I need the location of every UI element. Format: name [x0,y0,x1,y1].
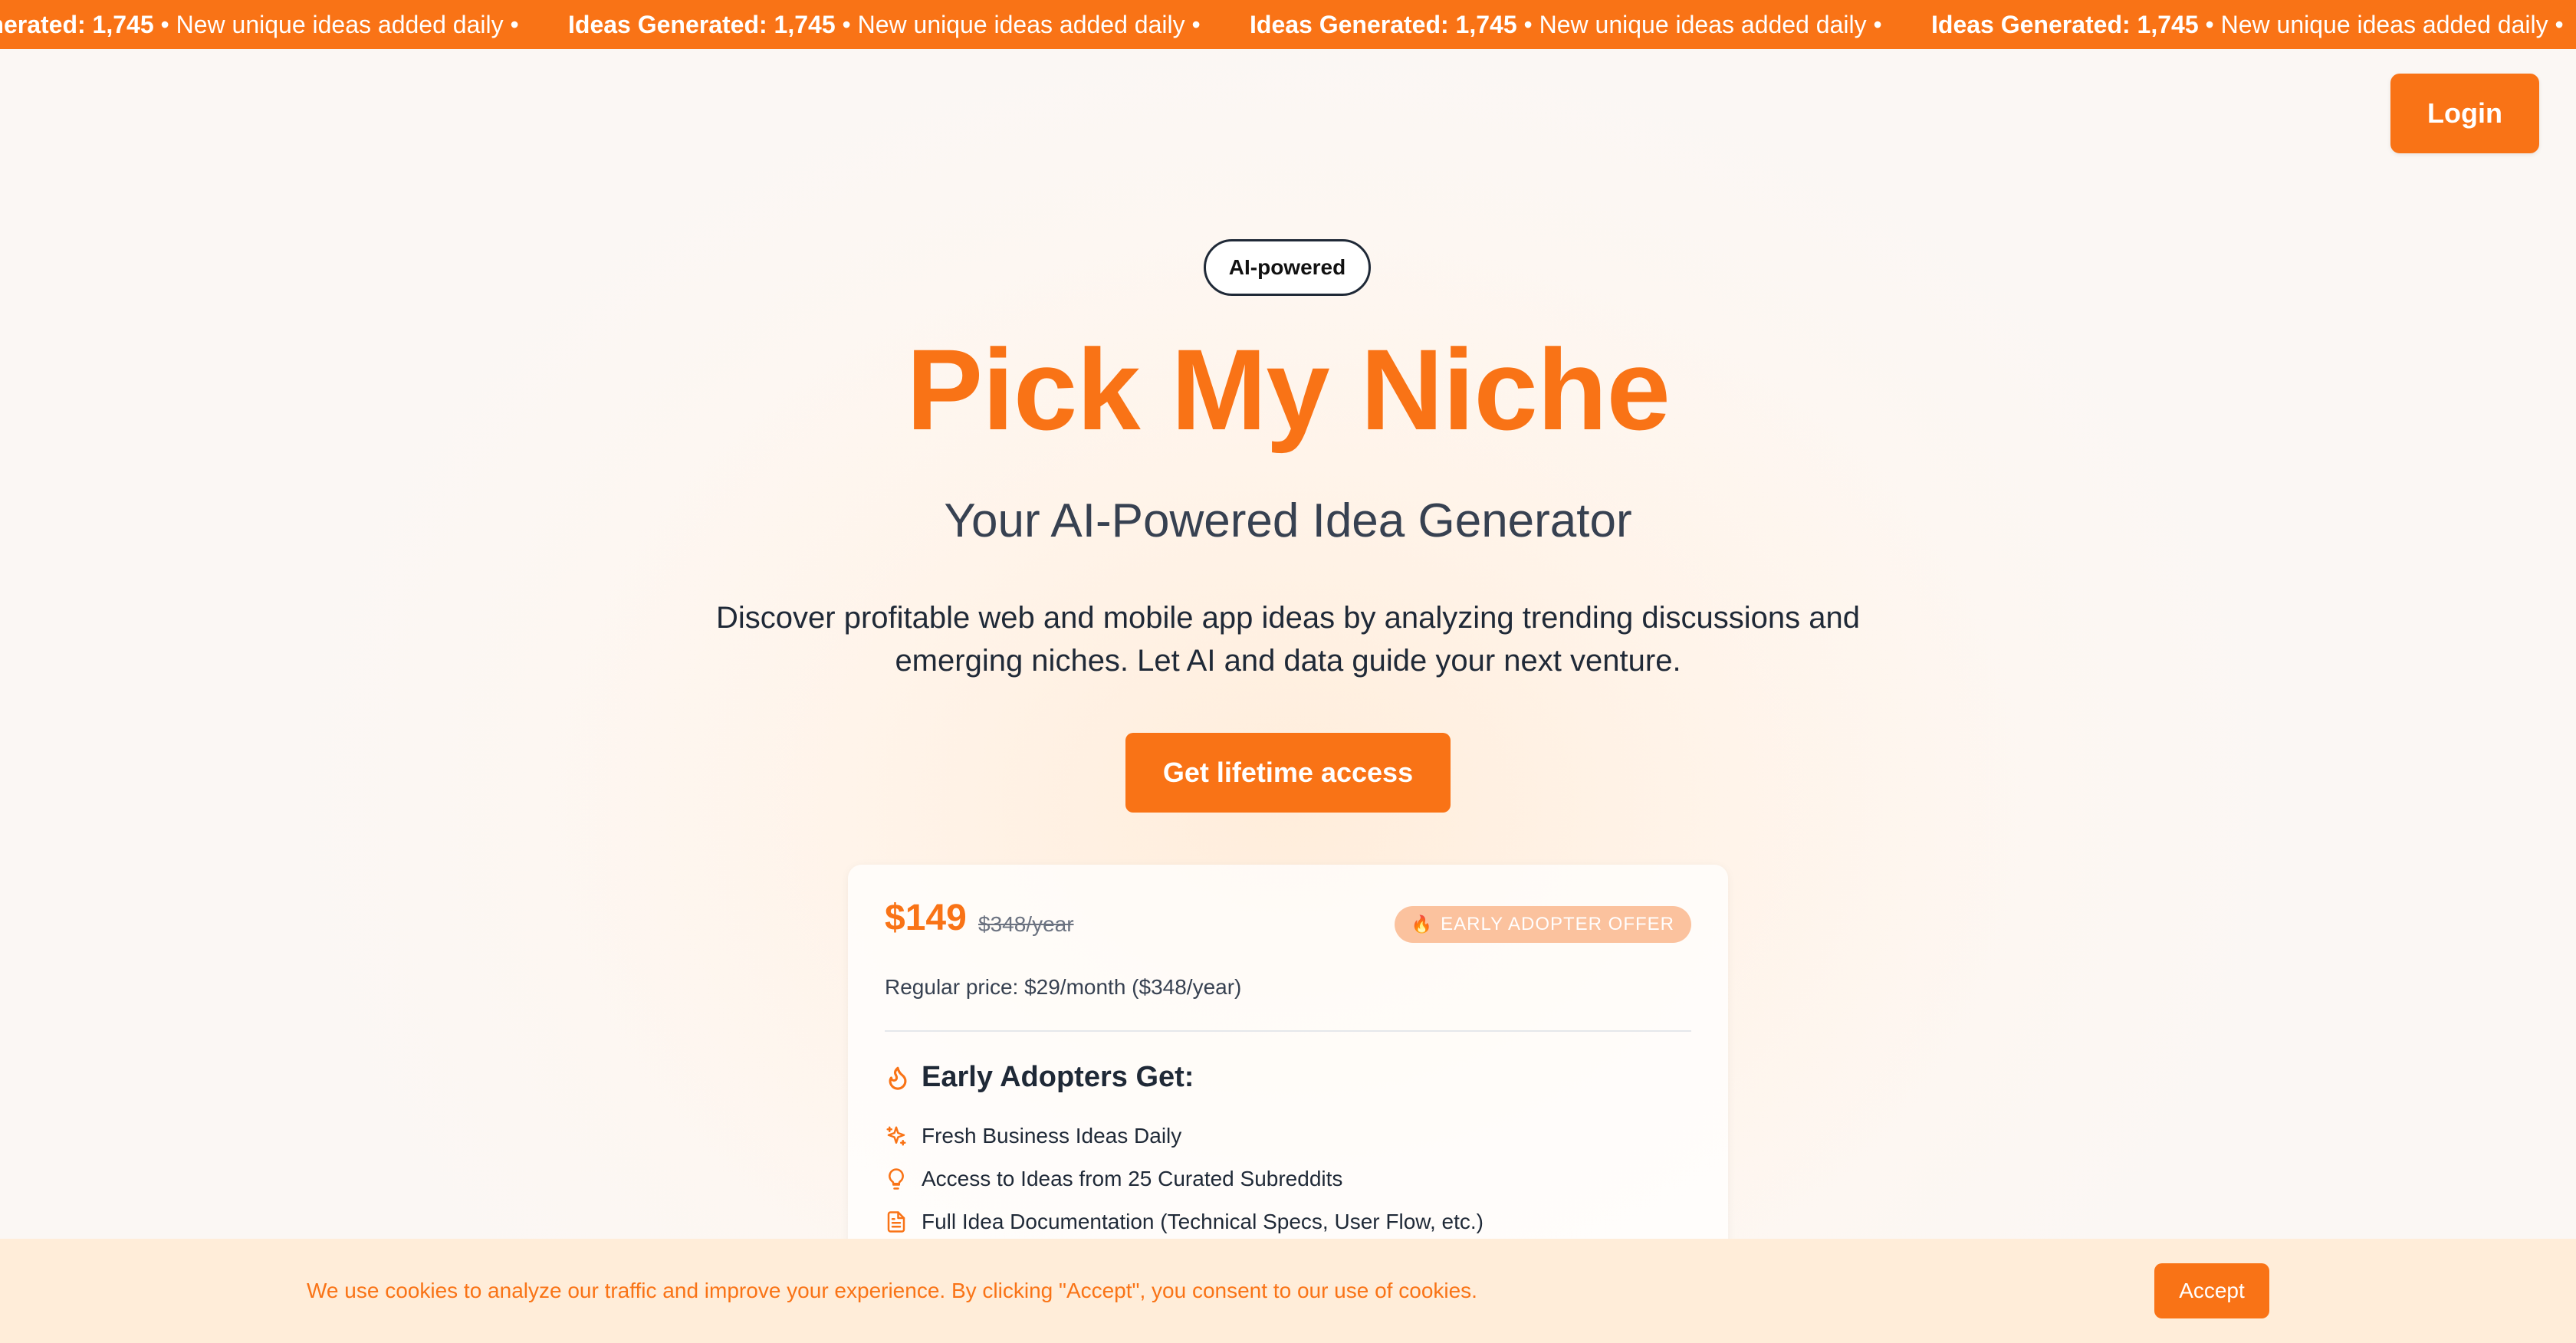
divider [885,1030,1691,1032]
cookie-message: We use cookies to analyze our traffic an… [307,1279,1477,1302]
ticker-text: • New unique ideas added daily • [2198,11,2564,38]
feature-label: Fresh Business Ideas Daily [922,1124,1182,1148]
feature-list: Fresh Business Ideas Daily Access to Ide… [885,1115,1484,1243]
ticker-count: Ideas Generated: 1,745 [568,11,836,38]
ticker-text: • New unique ideas added daily • [1516,11,1882,38]
ticker-item: Ideas Generated: 1,745 • New unique idea… [1931,0,2576,49]
cookie-banner: We use cookies to analyze our traffic an… [0,1239,2576,1343]
list-item: Access to Ideas from 25 Curated Subreddi… [885,1157,1484,1200]
ticker-text: • New unique ideas added daily • [153,11,519,38]
sparkles-icon [886,1126,906,1146]
page-title: Pick My Niche [906,325,1671,454]
early-adopter-badge-label: EARLY ADOPTER OFFER [1441,914,1674,934]
regular-price: Regular price: $29/month ($348/year) [885,975,1242,999]
ticker-item: Ideas Generated: 1,745 • New unique idea… [568,0,1250,49]
lightbulb-icon [889,1168,904,1190]
ticker-item: Ideas Generated: 1,745 • New unique idea… [1250,0,1931,49]
price: $149 [885,898,967,938]
flame-icon [889,1066,907,1090]
ticker-count: Ideas Generated: 1,745 [1931,11,2199,38]
feature-label: Access to Ideas from 25 Curated Subreddi… [922,1167,1343,1190]
list-item: Fresh Business Ideas Daily [885,1115,1484,1157]
ticker-count: Ideas Generated: 1,745 [0,11,154,38]
early-adopters-heading-label: Early Adopters Get: [922,1061,1194,1093]
ai-powered-badge: AI-powered [1204,239,1371,296]
page-subtitle: Your AI-Powered Idea Generator [944,494,1632,547]
document-icon [887,1211,905,1233]
old-price: $348/year [978,912,1074,936]
list-item: Full Idea Documentation (Technical Specs… [885,1200,1484,1243]
feature-label: Full Idea Documentation (Technical Specs… [922,1210,1484,1233]
get-lifetime-access-button[interactable]: Get lifetime access [1125,733,1451,813]
fire-icon: 🔥 [1411,914,1434,934]
ticker-item: Ideas Generated: 1,745 • New unique idea… [0,0,568,49]
ticker-text: • New unique ideas added daily • [835,11,1201,38]
early-adopters-heading: Early Adopters Get: [885,1061,1194,1094]
ticker-banner: Ideas Generated: 1,745 • New unique idea… [0,0,2576,49]
early-adopter-badge: 🔥 EARLY ADOPTER OFFER [1394,906,1691,943]
login-button[interactable]: Login [2390,74,2539,153]
hero-description: Discover profitable web and mobile app i… [716,601,1860,678]
ticker-count: Ideas Generated: 1,745 [1250,11,1517,38]
ticker-track: Ideas Generated: 1,745 • New unique idea… [0,0,2576,49]
accept-cookies-button[interactable]: Accept [2154,1263,2269,1318]
